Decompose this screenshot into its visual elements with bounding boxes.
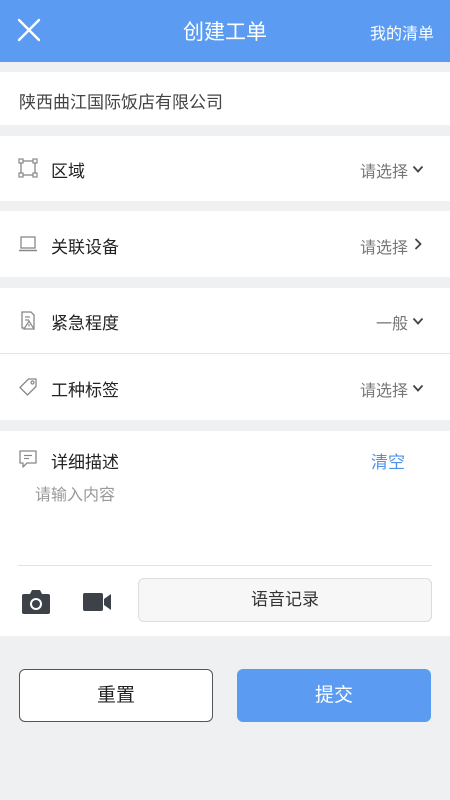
company-row: 陕西曲江国际饭店有限公司 <box>0 72 450 125</box>
close-icon[interactable] <box>14 15 44 45</box>
tag-icon <box>19 378 37 396</box>
area-selector[interactable]: 区域 请选择 <box>0 136 450 201</box>
related-equipment-selector[interactable]: 关联设备 请选择 <box>0 211 450 277</box>
chevron-right-icon <box>414 238 422 250</box>
description-label: 详细描述 <box>51 453 119 473</box>
urgency-selector[interactable]: 紧急程度 一般 <box>0 288 450 353</box>
chevron-down-icon <box>412 317 424 325</box>
area-frame-icon <box>18 158 38 178</box>
comment-icon <box>19 450 37 468</box>
chevron-down-icon <box>412 384 424 392</box>
work-type-tag-label: 工种标签 <box>51 381 119 401</box>
area-value: 请选择 <box>359 162 408 181</box>
submit-button[interactable]: 提交 <box>237 669 431 722</box>
my-list-link[interactable]: 我的清单 <box>370 20 434 44</box>
description-input[interactable] <box>35 481 415 561</box>
document-warning-icon <box>21 311 36 330</box>
divider <box>18 565 432 566</box>
video-camera-icon[interactable] <box>82 591 112 613</box>
work-type-tag-value: 请选择 <box>359 381 408 400</box>
description-section: 详细描述 清空 语音记录 <box>0 431 450 636</box>
reset-button[interactable]: 重置 <box>19 669 213 722</box>
voice-record-button[interactable]: 语音记录 <box>138 578 432 622</box>
urgency-label: 紧急程度 <box>51 314 119 334</box>
laptop-icon <box>19 236 37 252</box>
chevron-down-icon <box>412 165 424 173</box>
camera-icon[interactable] <box>21 589 51 615</box>
clear-button[interactable]: 清空 <box>371 448 405 473</box>
app-header: 创建工单 我的清单 <box>0 0 450 62</box>
area-label: 区域 <box>51 162 85 182</box>
related-equipment-label: 关联设备 <box>51 238 119 258</box>
urgency-value: 一般 <box>375 314 408 333</box>
related-equipment-value: 请选择 <box>359 238 408 257</box>
company-name: 陕西曲江国际饭店有限公司 <box>19 93 223 113</box>
work-type-tag-selector[interactable]: 工种标签 请选择 <box>0 354 450 420</box>
